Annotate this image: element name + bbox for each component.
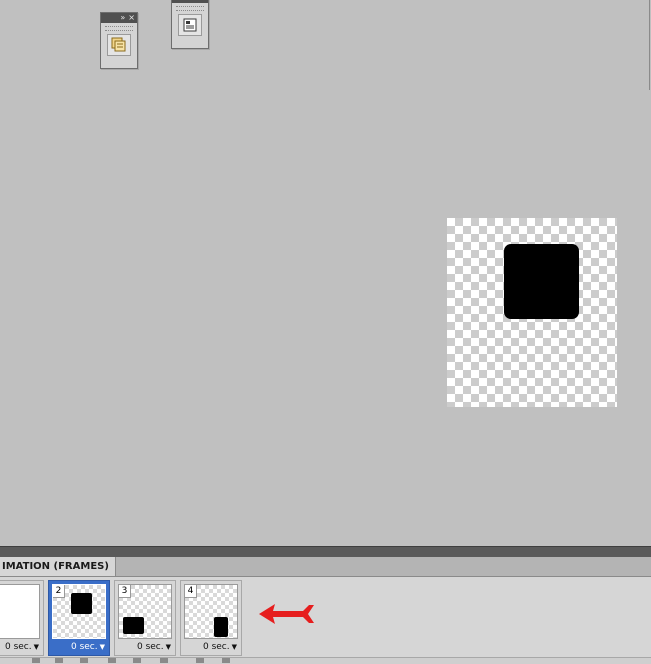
animation-panel-tabbar: IMATION (FRAMES) [0, 557, 651, 577]
panel-grip[interactable] [105, 26, 133, 31]
close-panel-icon[interactable]: × [128, 13, 135, 23]
loop-options-control[interactable] [32, 658, 40, 663]
history-icon[interactable] [107, 34, 131, 56]
document-info-icon[interactable] [178, 14, 202, 36]
frame-square-shape [214, 617, 228, 637]
frame-delay-label: 0 sec. [70, 642, 98, 652]
frame-number: 4 [185, 585, 197, 598]
tween-button[interactable] [160, 658, 168, 663]
dropdown-arrow-icon[interactable]: ▼ [34, 643, 39, 651]
frame-delay[interactable]: 0 sec. ▼ [0, 641, 43, 653]
frame-number: 2 [53, 585, 65, 598]
frame-delay[interactable]: 0 sec. ▼ [115, 641, 175, 653]
delete-frame-button[interactable] [222, 658, 230, 663]
play-button[interactable] [108, 658, 116, 663]
animation-frame-4[interactable]: 4 0 sec. ▼ [180, 580, 242, 656]
frame-delay-label: 0 sec. [202, 642, 230, 652]
frame-thumbnail: 4 [184, 584, 238, 639]
panel-grip[interactable] [176, 6, 204, 11]
frame-delay-label: 0 sec. [4, 642, 32, 652]
next-frame-button[interactable] [133, 658, 141, 663]
previous-frame-button[interactable] [80, 658, 88, 663]
tab-animation-frames[interactable]: IMATION (FRAMES) [0, 557, 116, 576]
dropdown-arrow-icon[interactable]: ▼ [166, 643, 171, 651]
frame-number: 3 [119, 585, 131, 598]
dropdown-arrow-icon[interactable]: ▼ [100, 643, 105, 651]
document-canvas-area: » × [0, 0, 651, 546]
frame-thumbnail [0, 584, 40, 639]
first-frame-button[interactable] [55, 658, 63, 663]
animation-frame-2[interactable]: 2 0 sec. ▼ [48, 580, 110, 656]
frame-delay[interactable]: 0 sec. ▼ [181, 641, 241, 653]
frame-square-shape [71, 593, 92, 614]
frame-thumbnail: 3 [118, 584, 172, 639]
expand-panel-icon[interactable]: » [120, 13, 125, 23]
dropdown-arrow-icon[interactable]: ▼ [232, 643, 237, 651]
collapsed-panel-info [171, 0, 209, 49]
frame-delay[interactable]: 0 sec. ▼ [49, 641, 109, 653]
canvas-edge [649, 0, 650, 90]
frame-square-shape [123, 617, 144, 634]
panel-header [172, 0, 208, 3]
frame-thumbnail: 2 [52, 584, 106, 639]
black-square-shape[interactable] [504, 244, 579, 319]
frame-delay-label: 0 sec. [136, 642, 164, 652]
animation-frame-1[interactable]: 0 sec. ▼ [0, 580, 44, 656]
animation-frame-3[interactable]: 3 0 sec. ▼ [114, 580, 176, 656]
red-arrow-icon [259, 604, 314, 624]
document-transparent-canvas[interactable] [447, 218, 617, 407]
new-frame-button[interactable] [196, 658, 204, 663]
panel-dock-divider[interactable] [0, 546, 651, 557]
collapsed-panel-history: » × [100, 12, 138, 69]
panel-header: » × [101, 13, 137, 23]
